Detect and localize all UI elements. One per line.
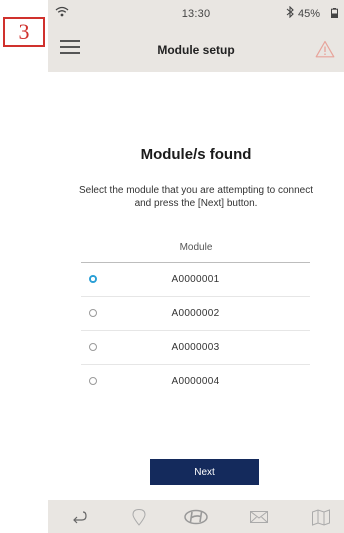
top-bar: 13:30 45% Module setup <box>48 0 344 72</box>
map-icon[interactable] <box>311 508 331 526</box>
module-id: A0000003 <box>171 342 220 353</box>
instruction-text: Select the module that you are attemptin… <box>78 185 314 209</box>
module-column-header: Module <box>179 242 213 253</box>
module-row[interactable]: A0000002 <box>81 297 310 331</box>
module-id: A0000004 <box>171 376 220 387</box>
warning-triangle-icon[interactable] <box>315 40 335 58</box>
bottom-tab-bar <box>48 500 344 533</box>
status-bar: 13:30 45% <box>48 0 344 26</box>
battery-percentage: 45% <box>298 8 321 20</box>
back-arrow-icon[interactable] <box>70 508 88 526</box>
next-button[interactable]: Next <box>150 459 259 485</box>
module-row[interactable]: A0000004 <box>81 365 310 398</box>
page-title: Module setup <box>157 43 235 57</box>
module-id: A0000002 <box>171 308 220 319</box>
battery-icon <box>331 8 338 18</box>
step-number-badge: 3 <box>3 17 45 47</box>
navigation-bar: Module setup <box>48 30 344 70</box>
module-row[interactable]: A0000003 <box>81 331 310 365</box>
app-screen: 13:30 45% Module setup Module/s found Se… <box>48 0 344 533</box>
module-list: A0000001 A0000002 A0000003 A0000004 <box>81 263 310 398</box>
hyundai-logo-icon[interactable] <box>184 508 208 526</box>
module-row[interactable]: A0000001 <box>81 263 310 297</box>
bluetooth-icon <box>286 6 294 18</box>
modules-found-heading: Module/s found <box>140 146 252 163</box>
module-id: A0000001 <box>171 274 220 285</box>
location-pin-icon[interactable] <box>130 508 148 526</box>
mail-icon[interactable] <box>249 508 269 526</box>
